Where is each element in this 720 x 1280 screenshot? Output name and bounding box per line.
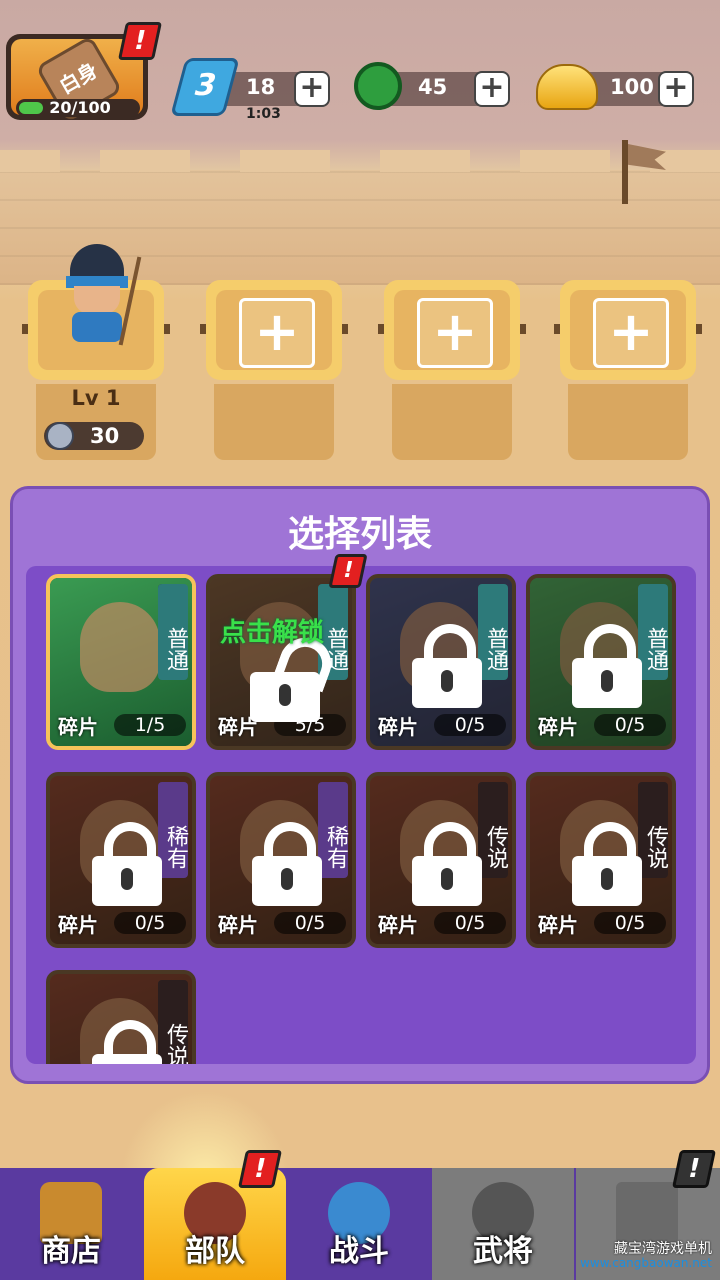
grade-tag: 稀有	[158, 782, 188, 878]
gold-value: 100	[610, 75, 654, 99]
fragment-count: 0/5	[594, 912, 666, 934]
banner-flag-icon	[622, 140, 628, 204]
energy-value: 18	[246, 75, 276, 99]
hero-card-2[interactable]: ◎ 普通 碎片 5/5 点击解锁	[206, 574, 356, 750]
jade-value: 45	[418, 75, 448, 99]
fragment-count: 0/5	[434, 912, 506, 934]
unlocked-padlock-icon	[250, 630, 339, 722]
padlock-icon	[92, 822, 162, 906]
energy-icon: 3	[170, 58, 240, 116]
padlock-icon	[412, 624, 482, 708]
team-slot-3[interactable]: +	[378, 280, 526, 460]
hero-card-1[interactable]: ⚔ 普通 碎片 1/5	[46, 574, 196, 750]
hero-card-6[interactable]: ♞ 稀有 碎片 0/5	[206, 772, 356, 948]
add-energy-button[interactable]: +	[294, 71, 330, 107]
padlock-icon	[252, 822, 322, 906]
grade-tag: 传说	[478, 782, 508, 878]
team-slot-2[interactable]: +	[200, 280, 348, 460]
padlock-icon	[572, 624, 642, 708]
add-jade-button[interactable]: +	[474, 71, 510, 107]
watermark: 藏宝湾游戏单机	[614, 1241, 712, 1257]
tab-shop[interactable]: 商店	[0, 1168, 142, 1280]
watermark-url: www.cangbaowan.net	[580, 1256, 712, 1270]
jade-icon	[354, 62, 402, 110]
tab-battle-label: 战斗	[329, 1234, 389, 1269]
hero-card-7[interactable]: ♞ 传说 碎片 0/5	[366, 772, 516, 948]
fragment-count: 0/5	[434, 714, 506, 736]
wall-crenel	[520, 150, 610, 172]
wall-crenel	[100, 150, 190, 172]
exp-text: 20/100	[49, 98, 111, 117]
fragment-label: 碎片	[538, 715, 578, 739]
fragment-label: 碎片	[218, 913, 258, 937]
hero-face	[74, 286, 120, 314]
padlock-icon	[572, 822, 642, 906]
padlock-icon	[92, 1020, 162, 1064]
tab-shop-label: 商店	[41, 1234, 101, 1269]
hero-avatar	[62, 236, 142, 346]
hero-card-8[interactable]: ♞ 传说 碎片 0/5	[526, 772, 676, 948]
add-slot-icon[interactable]: +	[239, 298, 315, 368]
tap-to-unlock[interactable]: 点击解锁	[220, 612, 324, 649]
gold-ingot-icon	[536, 64, 598, 110]
grade-tag: 普通	[478, 584, 508, 680]
profile-alert-icon: !	[117, 22, 163, 60]
fragment-count: 0/5	[274, 912, 346, 934]
wall-crenel	[240, 150, 330, 172]
team-slot-1[interactable]: Lv 1 30	[22, 244, 170, 460]
team-slot-4[interactable]: +	[554, 280, 702, 460]
add-slot-icon[interactable]: +	[417, 298, 493, 368]
tab-army-label: 部队	[185, 1234, 245, 1269]
panel-title: 选择列表	[287, 514, 432, 555]
fragment-count: 0/5	[114, 912, 186, 934]
add-gold-button[interactable]: +	[658, 71, 694, 107]
tower-icon	[616, 1182, 678, 1244]
tab-battle[interactable]: 战斗	[288, 1168, 430, 1280]
add-slot-icon[interactable]: +	[593, 298, 669, 368]
hero-level: Lv 1	[71, 386, 121, 410]
hero-card-5[interactable]: ♞ 稀有 碎片 0/5	[46, 772, 196, 948]
fragment-label: 碎片	[378, 715, 418, 739]
tab-generals-label: 武将	[473, 1234, 533, 1269]
energy-timer: 1:03	[246, 106, 281, 122]
tab-generals[interactable]: 武将	[432, 1168, 574, 1280]
wall-crenel	[380, 150, 470, 172]
grade-tag: 稀有	[318, 782, 348, 878]
fragment-label: 碎片	[378, 913, 418, 937]
fragment-label: 碎片	[538, 913, 578, 937]
fragment-count: 1/5	[114, 714, 186, 736]
hero-card-9[interactable]: ♞ 传说	[46, 970, 196, 1064]
hero-power: 30	[90, 424, 120, 448]
grade-tag: 传说	[638, 782, 668, 878]
fragment-label: 碎片	[58, 913, 98, 937]
power-coin-icon	[46, 422, 74, 450]
fragment-label: 碎片	[58, 715, 98, 739]
fragment-count: 0/5	[594, 714, 666, 736]
hero-card-3[interactable]: ⛉ 普通 碎片 0/5	[366, 574, 516, 750]
wall-crenel	[0, 150, 60, 172]
hero-body	[72, 312, 122, 342]
grade-tag: 普通	[158, 584, 188, 680]
padlock-icon	[412, 822, 482, 906]
hero-card-4[interactable]: ♞ 普通 碎片 0/5	[526, 574, 676, 750]
card-grid: ⚔ 普通 碎片 1/5 ◎ 普通 碎片 5/5 点击解锁 ⛉ 普通 碎片 0/5…	[26, 566, 696, 1064]
grade-tag: 传说	[158, 980, 188, 1064]
hero-portrait	[80, 602, 160, 692]
grade-tag: 普通	[638, 584, 668, 680]
